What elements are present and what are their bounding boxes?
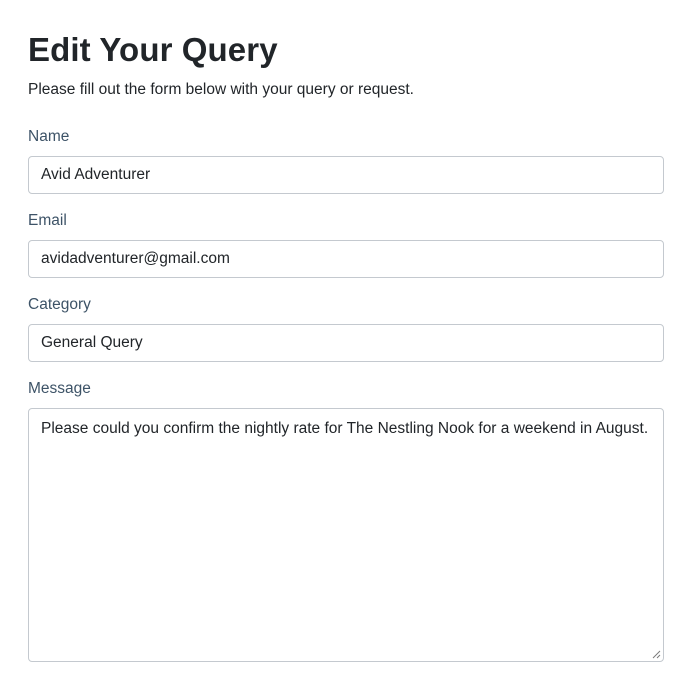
email-input[interactable]: avidadventurer@gmail.com [28,240,664,278]
page-title: Edit Your Query [28,31,278,68]
message-text: Please could you confirm the nightly rat… [41,420,649,437]
category-label: Category [28,296,91,313]
message-textarea[interactable]: Please could you confirm the nightly rat… [28,408,664,662]
query-form-container: Edit Your Query Please fill out the form… [28,28,664,662]
email-label: Email [28,212,67,229]
name-field-group: Name Avid Adventurer [28,126,664,194]
message-label: Message [28,380,91,397]
name-input[interactable]: Avid Adventurer [28,156,664,194]
message-field-group: Message Please could you confirm the nig… [28,378,664,662]
category-field-group: Category General Query [28,294,664,362]
category-input[interactable]: General Query [28,324,664,362]
resize-grip-icon[interactable] [652,650,661,659]
name-label: Name [28,128,70,145]
email-field-group: Email avidadventurer@gmail.com [28,210,664,278]
page-subtitle: Please fill out the form below with your… [28,81,414,98]
